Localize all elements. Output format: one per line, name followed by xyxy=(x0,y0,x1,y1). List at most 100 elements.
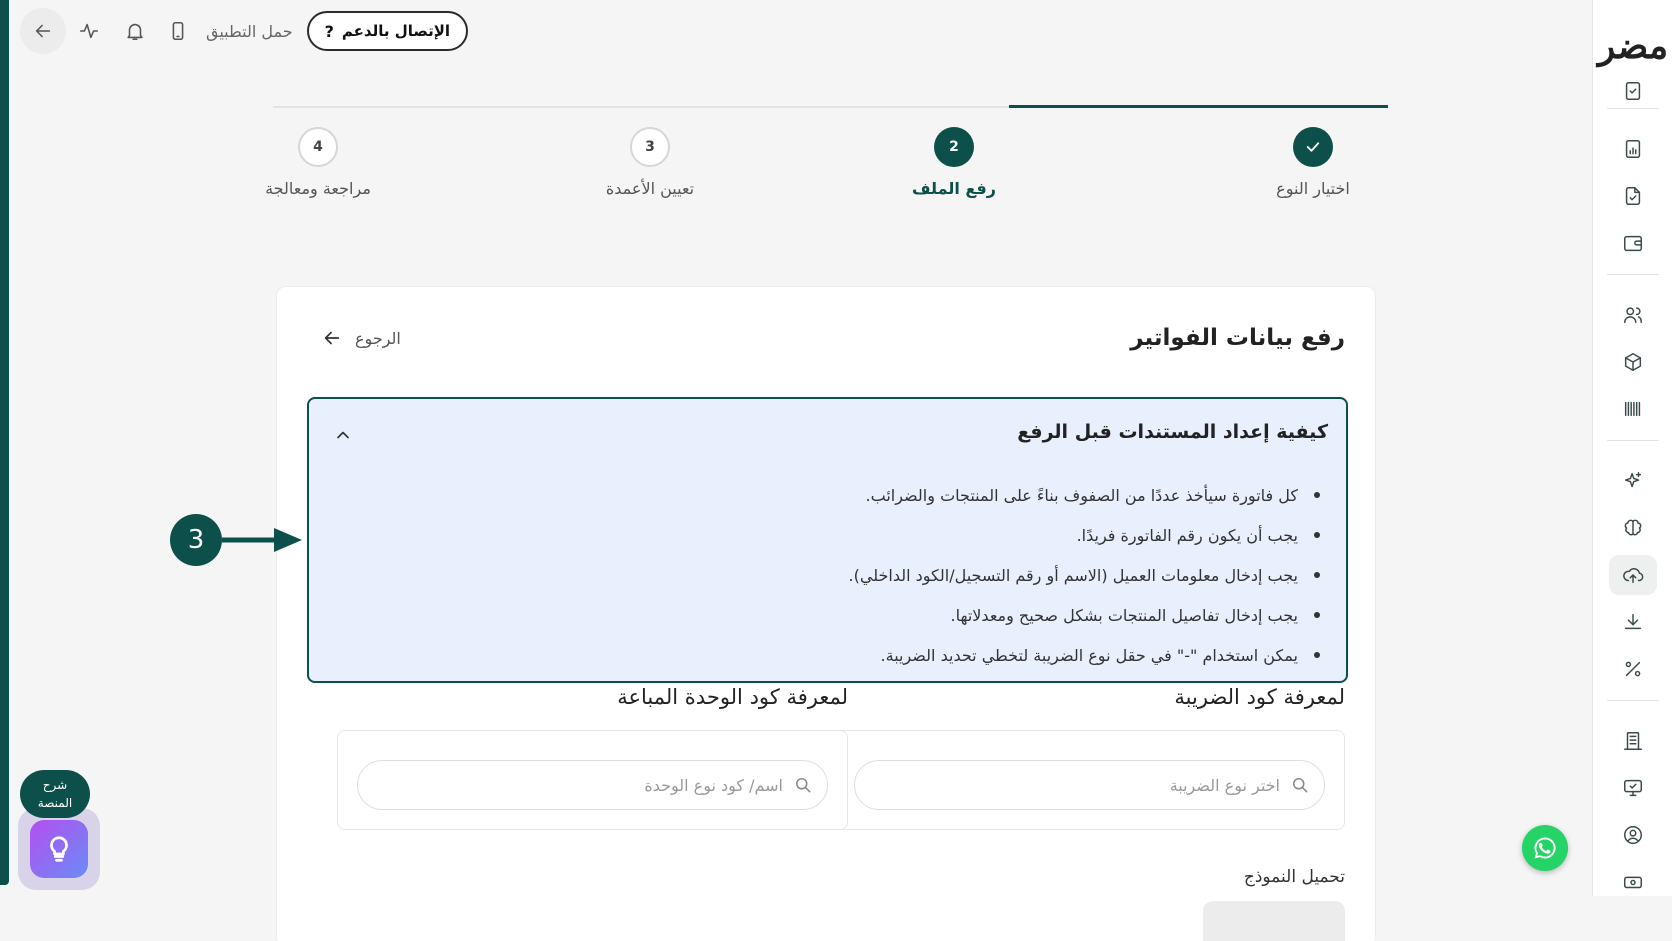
back-link[interactable]: الرجوع xyxy=(321,327,401,349)
sidebar-item-tasks[interactable] xyxy=(1609,76,1657,102)
sidebar-item-profile[interactable] xyxy=(1609,815,1657,855)
download-template-button[interactable] xyxy=(1203,901,1345,941)
step-number: 4 xyxy=(298,127,338,167)
sidebar-item-company[interactable] xyxy=(1609,721,1657,761)
users-icon xyxy=(1624,307,1642,324)
bullet xyxy=(1314,652,1320,658)
platform-guide-button[interactable] xyxy=(18,808,100,890)
contact-support-button[interactable]: الإتصال بالدعم ? xyxy=(306,11,469,51)
arrow-left-icon xyxy=(324,331,340,345)
unit-search[interactable] xyxy=(357,760,828,810)
whatsapp-icon xyxy=(1534,837,1556,859)
back-arrow-button[interactable] xyxy=(20,8,66,54)
download-template-label: تحميل النموذج xyxy=(1243,867,1345,887)
sidebar-divider xyxy=(1607,700,1659,701)
step-number: 3 xyxy=(630,127,670,167)
sidebar-item-customers[interactable] xyxy=(1609,295,1657,335)
step-map-columns[interactable]: 3 تعيين الأعمدة xyxy=(560,127,740,198)
list-item-text: يجب أن يكون رقم الفاتورة فريدًا. xyxy=(1076,525,1298,545)
brain-icon xyxy=(1624,519,1642,536)
sidebar-item-ai[interactable] xyxy=(1609,461,1657,501)
sidebar-item-wallet[interactable] xyxy=(1609,223,1657,263)
tax-search[interactable] xyxy=(854,760,1325,810)
notifications-button[interactable] xyxy=(112,8,158,54)
sidebar-divider xyxy=(1607,108,1659,109)
activity-icon xyxy=(79,23,99,39)
activity-button[interactable] xyxy=(66,8,112,54)
sidebar-item-download[interactable] xyxy=(1609,602,1657,642)
help-button-face xyxy=(30,820,88,878)
mobile-phone-icon xyxy=(172,21,184,41)
tasks-icon xyxy=(1625,82,1641,100)
sparkle-icon xyxy=(1624,472,1642,488)
list-item: يجب إدخال معلومات العميل (الاسم أو رقم ا… xyxy=(849,555,1320,595)
sidebar-divider xyxy=(1607,274,1659,275)
upload-stepper: اختيار النوع 2 رفع الملف 3 تعيين الأعمدة… xyxy=(265,105,1388,206)
box-icon xyxy=(1624,353,1642,371)
stepper-progress xyxy=(1008,105,1388,108)
logo[interactable]: مضر xyxy=(1598,25,1668,67)
sidebar-item-taxes[interactable] xyxy=(1609,649,1657,689)
cash-icon xyxy=(1624,876,1642,889)
step-label: تعيين الأعمدة xyxy=(605,179,695,198)
sidebar-item-pos[interactable] xyxy=(1609,768,1657,808)
sidebar-item-billing[interactable] xyxy=(1609,862,1657,902)
barcode-icon xyxy=(1624,401,1641,417)
list-item: كل فاتورة سيأخذ عددًا من الصفوف بناءً عل… xyxy=(849,475,1320,515)
list-item: يمكن استخدام "-" في حقل نوع الضريبة لتخط… xyxy=(849,635,1320,675)
building-icon xyxy=(1624,732,1642,750)
list-item-text: كل فاتورة سيأخذ عددًا من الصفوف بناءً عل… xyxy=(865,485,1298,505)
cloud-upload-icon xyxy=(1623,568,1644,584)
support-label: الإتصال بالدعم xyxy=(341,22,451,40)
help-label-line2: المنصة xyxy=(37,796,73,810)
sidebar-item-products[interactable] xyxy=(1609,342,1657,382)
app-download-button[interactable] xyxy=(158,8,198,54)
search-icon xyxy=(1293,778,1308,793)
collapse-guide-button[interactable] xyxy=(331,425,353,447)
percent-icon xyxy=(1625,661,1641,677)
step-upload-file[interactable]: 2 رفع الملف xyxy=(864,127,1044,198)
sidebar-item-reports[interactable] xyxy=(1609,129,1657,169)
preparation-guide: كيفية إعداد المستندات قبل الرفع كل فاتور… xyxy=(307,397,1348,683)
sidebar-item-insights[interactable] xyxy=(1609,508,1657,548)
whatsapp-chat-button[interactable] xyxy=(1522,825,1568,871)
sidebar-item-upload[interactable] xyxy=(1609,555,1657,595)
bell-icon xyxy=(127,23,143,41)
app-download-label[interactable]: حمل التطبيق xyxy=(206,22,293,41)
platform-guide-bubble[interactable]: شرح المنصة xyxy=(20,770,90,818)
step-choose-type[interactable]: اختيار النوع xyxy=(1223,127,1403,198)
sidebar-item-barcodes[interactable] xyxy=(1609,389,1657,429)
bullet xyxy=(1314,612,1320,618)
document-check-icon xyxy=(1625,187,1641,205)
sidebar-item-documents[interactable] xyxy=(1609,176,1657,216)
list-item-text: يجب إدخال تفاصيل المنتجات بشكل صحيح ومعد… xyxy=(950,605,1299,625)
step-label: مراجعة ومعالجة xyxy=(265,179,371,198)
annotation-arrow-icon xyxy=(222,528,302,552)
list-item-text: يجب إدخال معلومات العميل (الاسم أو رقم ا… xyxy=(848,565,1298,585)
list-item: يجب أن يكون رقم الفاتورة فريدًا. xyxy=(849,515,1320,555)
monitor-check-icon xyxy=(1624,779,1642,797)
step-annotation-badge: 3 xyxy=(170,514,222,566)
search-icon xyxy=(796,778,811,793)
tax-type-search-input[interactable] xyxy=(869,775,1280,795)
step-number: 2 xyxy=(934,127,974,167)
chevron-up-icon xyxy=(337,431,349,439)
sidebar-divider xyxy=(1607,440,1659,441)
help-label-line1: شرح xyxy=(42,778,68,792)
tax-lookup-box xyxy=(834,730,1345,830)
list-item-text: يمكن استخدام "-" في حقل نوع الضريبة لتخط… xyxy=(880,645,1298,665)
user-circle-icon xyxy=(1624,826,1642,844)
bullet xyxy=(1314,572,1320,578)
report-icon xyxy=(1625,140,1641,158)
check-icon xyxy=(1306,142,1320,152)
step-review-process[interactable]: 4 مراجعة ومعالجة xyxy=(228,127,408,198)
download-icon xyxy=(1624,613,1642,630)
list-item: يجب إدخال تفاصيل المنتجات بشكل صحيح ومعد… xyxy=(849,595,1320,635)
step-label: اختيار النوع xyxy=(1276,179,1350,198)
page-title: رفع بيانات الفواتير xyxy=(1130,325,1345,351)
guide-title[interactable]: كيفية إعداد المستندات قبل الرفع xyxy=(1017,421,1328,443)
left-edge-bar xyxy=(0,0,9,885)
unit-type-search-input[interactable] xyxy=(372,775,783,795)
bullet xyxy=(1314,532,1320,538)
tax-code-heading: لمعرفة كود الضريبة xyxy=(1174,685,1345,709)
